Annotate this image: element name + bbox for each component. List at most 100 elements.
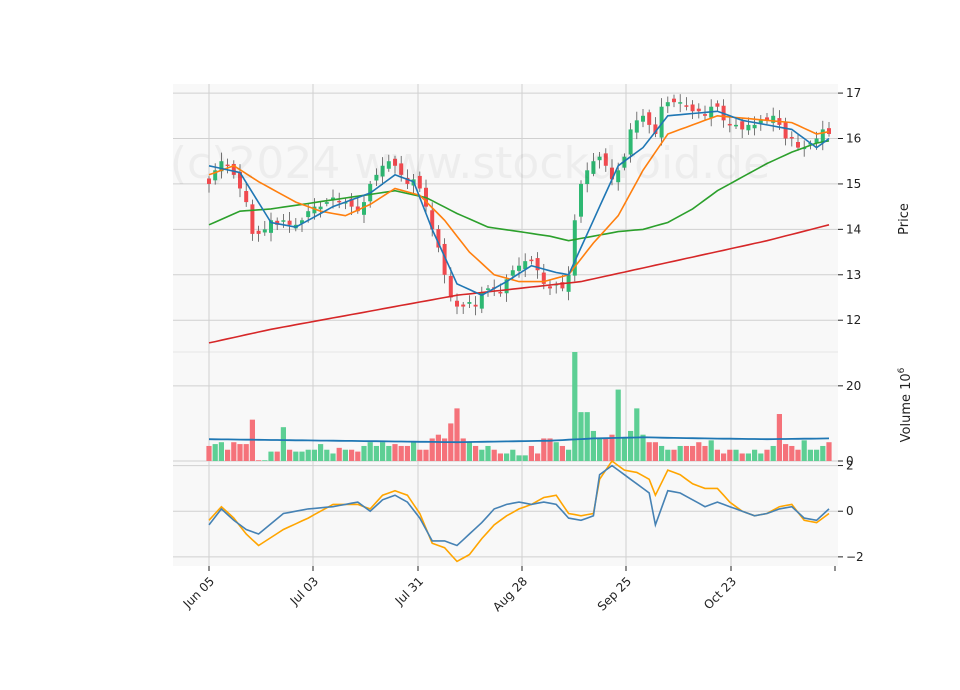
volume-bar [392,444,398,461]
volume-bar [640,434,646,461]
x-tick-label: Oct 23 [701,574,739,612]
stock-chart: Jun 05 Jul 03 Jul 31 Aug 28 Sep 25 Oct 23 12 13… [170,84,914,614]
volume-bar [404,445,410,461]
candle-body [690,104,695,112]
candle-body [647,112,652,125]
candle-body [641,115,645,122]
candle-body [510,270,515,276]
volume-bar [572,352,578,461]
candle-body [727,123,732,126]
candle-body [324,202,329,204]
volume-bar [305,449,311,461]
oscillator-tick-label: 2 [846,459,854,473]
candle-body [796,141,800,148]
candle-body [281,220,286,222]
volume-bar [665,449,671,461]
volume-bar [311,449,317,461]
volume-bar [584,412,590,461]
volume-bar [231,442,237,461]
volume-bar [454,408,460,461]
x-tick-label: Jul 03 [287,574,321,608]
candle-body [696,108,701,112]
volume-bar [293,451,299,461]
price-tick-label: 15 [846,177,861,191]
volume-bar [522,455,528,461]
volume-bar [634,408,640,461]
volume-bar [535,453,541,461]
volume-bar [435,434,441,461]
volume-bar [652,442,658,461]
x-tick-label: Jul 31 [392,574,426,608]
volume-bar [274,451,280,461]
oscillator-tick-label: 0 [846,504,854,518]
x-tick-label: Jun 05 [180,574,217,611]
volume-bar [225,449,231,461]
candle-body [672,98,676,103]
candle-body [256,230,261,234]
volume-bar [801,440,807,461]
candle-body [318,206,323,210]
watermark-text: (c)2024 www.stockdroid.de [170,138,770,189]
price-tick-label: 17 [846,86,861,100]
candle-body [789,137,794,139]
osc-panel-background [173,461,838,566]
candle-body [461,304,466,307]
volume-bar [733,449,739,461]
oscillator-tick-label: −2 [846,550,864,564]
volume-bar [758,453,764,461]
volume-bar [336,447,342,461]
candle-body [473,304,478,307]
volume-bar [237,444,243,461]
volume-bar [628,430,634,461]
volume-bar [702,445,708,461]
volume-bar [479,449,485,461]
volume-bar [330,453,336,461]
volume-bar [497,453,503,461]
volume-bar [268,451,274,461]
volume-bar [361,445,367,461]
volume-bar [795,449,801,461]
candle-body [448,275,453,298]
volume-bar [367,442,373,461]
candle-body [467,302,472,304]
candle-body [337,200,342,203]
price-axis-label: Price [897,203,912,235]
x-tick-label: Sep 25 [595,574,634,613]
candle-body [262,229,267,233]
volume-bar [671,449,677,461]
volume-bar [466,442,472,461]
volume-bar [621,438,627,461]
candle-body [250,204,255,234]
volume-bar [789,445,795,461]
volume-bar [262,460,268,461]
volume-bar [708,440,714,461]
volume-bar [380,442,386,461]
volume-bar [814,449,820,461]
candle-body [827,128,831,134]
price-tick-label: 12 [846,313,861,327]
volume-bar [485,445,491,461]
candle-body [529,259,534,262]
volume-bar [739,453,745,461]
volume-bar [615,389,621,461]
volume-bar [398,445,404,461]
volume-bar [826,442,832,461]
candle-body [703,114,707,116]
volume-bar [745,453,751,461]
candle-body [634,120,639,133]
price-tick-label: 14 [846,222,861,236]
volume-bar [324,449,330,461]
x-tick-label: Aug 28 [490,574,530,614]
volume-bar [783,444,789,461]
candle-body [455,300,459,307]
volume-bar [299,451,305,461]
volume-bar [491,449,497,461]
volume-bar [318,444,324,461]
price-tick-label: 16 [846,132,861,146]
volume-bar [714,449,720,461]
candle-body [548,286,552,289]
volume-bar [510,449,516,461]
volume-bar [683,445,689,461]
candle-body [734,124,738,127]
candle-body [665,102,670,107]
